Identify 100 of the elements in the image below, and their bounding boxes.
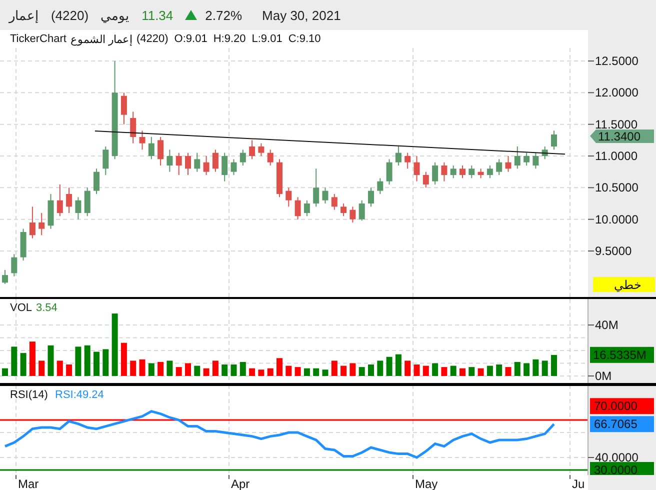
candle (460, 165, 466, 179)
candle (20, 228, 26, 261)
candle (404, 152, 411, 170)
price-axis-label: 9.5000 (588, 244, 632, 258)
volume-bar (267, 368, 274, 376)
candle (120, 92, 127, 125)
candle (102, 146, 109, 176)
candle (304, 200, 310, 217)
change-percent: 2.72% (205, 8, 242, 22)
candle (176, 152, 182, 176)
candle (267, 149, 274, 166)
chart-title: TickerChart (10, 33, 66, 45)
ohlc-value: H:9.20 (213, 33, 246, 45)
candle (496, 158, 502, 176)
volume-axis-label: 0M (588, 368, 612, 383)
candle (166, 149, 173, 172)
volume-badge: 16.5335M (590, 346, 654, 363)
candle (130, 111, 136, 144)
volume-bar (222, 364, 228, 376)
rsi-level-badge: 70.0000 (590, 398, 654, 414)
volume-bar (422, 366, 429, 376)
volume-bar (450, 366, 456, 376)
candle (450, 165, 456, 179)
volume-bar (313, 368, 320, 376)
candle (148, 136, 154, 160)
candle (368, 187, 374, 208)
candle (468, 165, 475, 179)
volume-bar (75, 346, 82, 376)
volume-bar (441, 367, 448, 376)
volume-bar (551, 354, 557, 376)
month-label: Ju (570, 475, 585, 490)
candle (84, 187, 90, 217)
volume-bar (130, 360, 136, 376)
rsi-value: RSI:49.24 (55, 389, 104, 401)
candle (158, 136, 164, 166)
candle (313, 168, 320, 208)
chart-name: إعمار الشموع (70, 32, 132, 46)
volume-bar (532, 359, 539, 376)
candle (505, 156, 512, 172)
volume-bar (331, 360, 338, 376)
volume-bar (395, 354, 402, 376)
candle (38, 212, 45, 236)
y-tick-label: 0M (595, 368, 612, 383)
candle (185, 152, 191, 176)
candle (139, 130, 146, 150)
ohlc-value: L:9.01 (252, 33, 282, 45)
candle (486, 165, 493, 179)
rsi-level-badge: 30.0000 (590, 462, 654, 475)
volume-bar (56, 360, 63, 376)
candle (286, 187, 292, 208)
price-axis-label: 11.5000 (588, 117, 638, 132)
volume-bar (478, 368, 484, 376)
volume-bar (158, 362, 164, 376)
candle (94, 168, 100, 194)
volume-bar (286, 366, 292, 376)
candle (212, 149, 218, 172)
trend-line[interactable] (94, 130, 566, 155)
volume-bar (340, 366, 347, 376)
candle (194, 152, 200, 172)
volume-bar (276, 358, 282, 376)
volume-bar (11, 346, 18, 376)
candle (551, 130, 557, 150)
volume-bar (148, 363, 154, 376)
volume-bar (386, 356, 392, 376)
price-axis-label: 10.5000 (588, 180, 638, 195)
volume-bar (102, 349, 109, 376)
candle (276, 158, 282, 198)
volume-value: 3.54 (36, 302, 58, 314)
candle (56, 184, 63, 217)
volume-bar (514, 362, 520, 376)
volume-bar (460, 368, 466, 376)
volume-bar (212, 360, 218, 376)
candle (11, 254, 18, 277)
volume-bar (542, 360, 548, 376)
candle (532, 152, 539, 170)
volume-bar (368, 364, 374, 376)
candle (340, 203, 347, 217)
price-axis-label: 11.0000 (588, 149, 638, 163)
volume-bar (240, 362, 246, 376)
volume-bar (20, 353, 26, 376)
candle (331, 194, 338, 210)
symbol-code: (4220) (136, 33, 168, 45)
volume-bar (294, 367, 301, 376)
price-axis-label: 12.0000 (588, 86, 638, 100)
candle (48, 194, 54, 230)
volume-bar (203, 368, 210, 376)
y-tick-label: 40M (595, 318, 618, 332)
volume-bar (29, 342, 36, 376)
volume-bar (350, 363, 356, 376)
volume-bar (2, 368, 8, 376)
volume-bar (505, 367, 512, 376)
chart-type-button[interactable]: خطي (593, 277, 655, 292)
candle (386, 158, 392, 185)
volume-bar (304, 368, 310, 376)
candle (422, 171, 429, 188)
symbol-code: (4220) (51, 8, 89, 22)
price-axis-label: 12.5000 (588, 54, 638, 68)
volume-bar (166, 360, 173, 376)
candle (358, 200, 365, 222)
volume-bar (414, 364, 420, 376)
